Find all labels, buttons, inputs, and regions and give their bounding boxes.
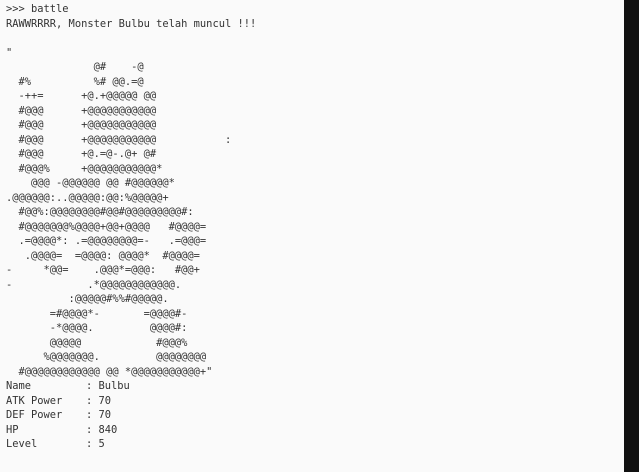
ascii-art-line: #% %# @@.=@ bbox=[6, 75, 144, 88]
ascii-art-line: #@@@% +@@@@@@@@@@@* bbox=[6, 162, 163, 175]
ascii-art-line: #@@@@@@@%@@@@+@@+@@@@ #@@@@= bbox=[6, 220, 207, 233]
stat-label: DEF Power bbox=[6, 409, 63, 421]
monster-stats: Name: Bulbu ATK Power: 70 DEF Power: 70 … bbox=[6, 379, 618, 452]
announcement-text: RAWWRRRR, Monster Bulbu telah muncul !!! bbox=[6, 17, 257, 30]
terminal-window: >>> battle RAWWRRRR, Monster Bulbu telah… bbox=[0, 0, 624, 472]
monster-ascii-art: @# -@ #% %# @@.=@ -++= +@.+@@@@@ @@ #@@@… bbox=[6, 60, 618, 379]
ascii-art-line: #@@@ +@@@@@@@@@@@ bbox=[6, 104, 157, 117]
stat-value: : 70 bbox=[86, 394, 112, 407]
ascii-art-line: =#@@@@*- =@@@@#- bbox=[6, 307, 188, 320]
ascii-art-line: #@@@ +@.=@-.@+ @# bbox=[6, 148, 157, 160]
stat-label: Name bbox=[6, 380, 32, 392]
ascii-art-line: .@@@@= =@@@@: @@@@* #@@@@= bbox=[6, 249, 200, 262]
stat-label: HP bbox=[6, 423, 19, 436]
stat-value: : 70 bbox=[86, 409, 112, 421]
quote-mark: " bbox=[6, 46, 13, 59]
stat-value: : Bulbu bbox=[86, 380, 130, 392]
ascii-art-line: #@@%:@@@@@@@@#@@#@@@@@@@@@#: bbox=[6, 206, 194, 218]
ascii-art-line: .=@@@@*: .=@@@@@@@@=- .=@@@= bbox=[6, 235, 207, 247]
ascii-art-line: - .*@@@@@@@@@@@@. bbox=[6, 278, 182, 291]
ascii-art-line: .@@@@@@:..@@@@@:@@:%@@@@@+ bbox=[6, 191, 169, 204]
ascii-art-line: - *@@= .@@@*=@@@: #@@+ bbox=[6, 264, 200, 276]
ascii-art-line: #@@@@@@@@@@@@ @@ *@@@@@@@@@@@+" bbox=[6, 365, 213, 378]
stat-row-def: DEF Power : 70 bbox=[6, 408, 618, 423]
ascii-art-line: @# -@ bbox=[6, 61, 144, 73]
ascii-art-line: -++= +@.+@@@@@ @@ bbox=[6, 90, 157, 102]
stat-label: Level bbox=[6, 438, 38, 450]
stat-row-level: Level : 5 bbox=[6, 437, 618, 452]
ascii-art-line: @@@ -@@@@@@ @@ #@@@@@@* bbox=[6, 177, 175, 189]
ascii-art-line: %@@@@@@@. @@@@@@@@ bbox=[6, 351, 207, 363]
ascii-art-line: -*@@@@. @@@@#: bbox=[6, 322, 188, 334]
command-line: >>> battle bbox=[6, 3, 69, 15]
stat-row-name: Name : Bulbu bbox=[6, 379, 618, 394]
window-edge-scrollbar[interactable] bbox=[624, 0, 639, 472]
stat-value: : 5 bbox=[86, 438, 105, 450]
stat-row-hp: HP : 840 bbox=[6, 423, 618, 438]
stat-label: ATK Power bbox=[6, 394, 63, 407]
ascii-art-line: :@@@@@#%%#@@@@@. bbox=[6, 293, 169, 305]
ascii-art-line: @@@@@ #@@@% bbox=[6, 336, 188, 349]
stat-row-atk: ATK Power : 70 bbox=[6, 394, 618, 409]
ascii-art-line: #@@@ +@@@@@@@@@@@ : bbox=[6, 133, 232, 146]
ascii-art-line: #@@@ +@@@@@@@@@@@ bbox=[6, 119, 157, 131]
stat-value: : 840 bbox=[86, 423, 118, 436]
